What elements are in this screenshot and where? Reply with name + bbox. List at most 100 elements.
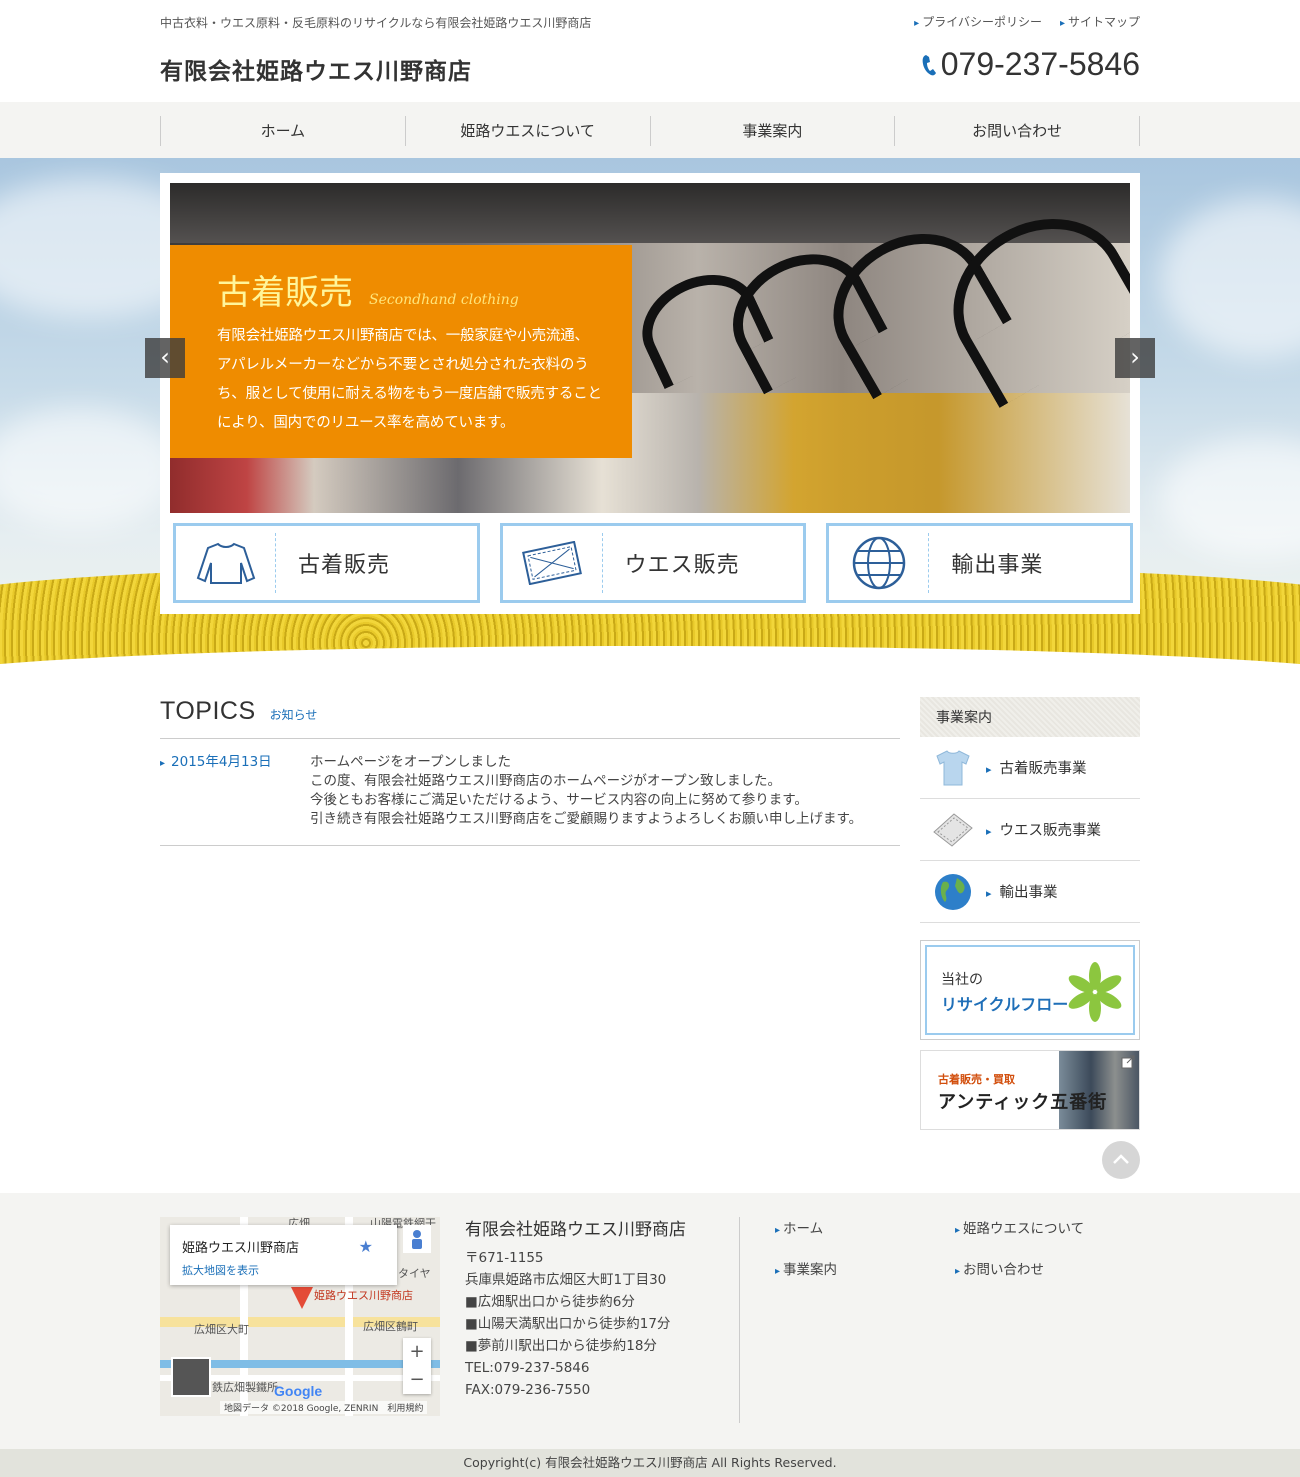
back-to-top-button[interactable]	[1102, 1141, 1140, 1179]
sidebar-heading: 事業案内	[920, 697, 1140, 737]
slide-subtitle-en: Secondhand clothing	[369, 292, 519, 308]
map-label: 広畑区大町	[194, 1323, 249, 1336]
map-label: 広畑区鶴町	[363, 1320, 418, 1333]
topics-title: TOPICS	[160, 697, 256, 725]
globe-icon	[935, 873, 971, 910]
footer-divider	[739, 1217, 740, 1423]
slide-text-line: ち、服として使用に耐える物をもう一度店舗で販売すること	[217, 386, 602, 402]
map-pin-icon[interactable]	[291, 1287, 313, 1309]
address-line: ■夢前川駅出口から徒歩約18分	[465, 1338, 657, 1354]
card-export[interactable]: 輸出事業	[826, 523, 1134, 603]
globe-icon	[852, 536, 906, 590]
topic-line: 引き続き有限会社姫路ウエス川野商店をご愛顧賜りますようよろしくお願い申し上げます…	[310, 811, 863, 827]
site-header: 中古衣料・ウエス原料・反毛原料のリサイクルなら有限会社姫路ウエス川野商店 プライ…	[0, 0, 1300, 102]
phone-number[interactable]: 079-237-5846	[941, 46, 1140, 83]
cloth-rag-icon	[933, 812, 973, 847]
sitemap-link[interactable]: サイトマップ	[1060, 13, 1140, 30]
address-line: 兵庫県姫路市広畑区大町1丁目30	[465, 1272, 667, 1288]
footer-address: 有限会社姫路ウエス川野商店 〒671-1155 兵庫県姫路市広畑区大町1丁目30…	[465, 1219, 686, 1401]
header-tagline: 中古衣料・ウエス原料・反毛原料のリサイクルなら有限会社姫路ウエス川野商店	[160, 16, 592, 30]
site-name-logo[interactable]: 有限会社姫路ウエス川野商店	[160, 52, 472, 86]
satellite-toggle[interactable]	[171, 1357, 211, 1397]
footer-nav-contact[interactable]: お問い合わせ	[955, 1258, 1135, 1278]
card-secondhand[interactable]: 古着販売	[173, 523, 480, 603]
slide-caption: 古着販売 Secondhand clothing 有限会社姫路ウエス川野商店では、…	[170, 245, 632, 458]
card-waste-cloth[interactable]: ウエス販売	[499, 523, 807, 603]
map-zoom-control: + −	[403, 1338, 431, 1394]
footer-company-name: 有限会社姫路ウエス川野商店	[465, 1220, 686, 1240]
footer-nav: ホーム 姫路ウエスについて 事業案内 お問い合わせ	[775, 1217, 1135, 1278]
slide-text: 有限会社姫路ウエス川野商店では、一般家庭や小売流通、 アパレルメーカーなどから不…	[217, 322, 612, 438]
slider-prev-button[interactable]: ‹	[145, 338, 185, 378]
header-phone: 079-237-5846	[921, 46, 1140, 83]
slider-next-button[interactable]: ›	[1115, 338, 1155, 378]
sidebar: 事業案内 古着販売事業 ウエス販売事業 輸出事業 当社の リサイクルフロー	[920, 697, 1140, 1130]
address-line: FAX:079-236-7550	[465, 1382, 591, 1398]
slide-text-line: 有限会社姫路ウエス川野商店では、一般家庭や小売流通、	[217, 328, 589, 344]
leaf-flower-icon	[1068, 962, 1122, 1022]
footer-nav-home[interactable]: ホーム	[775, 1217, 955, 1237]
map-label: 鉄広畑製鐵所	[212, 1381, 278, 1394]
sidebar-item-waste-cloth[interactable]: ウエス販売事業	[920, 799, 1140, 861]
topics-subtitle: お知らせ	[269, 708, 318, 722]
topic-body: ホームページをオープンしました この度、有限会社姫路ウエス川野商店のホームページ…	[310, 753, 862, 829]
footer-nav-business[interactable]: 事業案内	[775, 1258, 955, 1278]
slide-text-line: により、国内でのリユース率を高めています。	[217, 415, 515, 431]
topic-title: ホームページをオープンしました	[310, 754, 512, 770]
slider-box: 古着販売 Secondhand clothing 有限会社姫路ウエス川野商店では、…	[160, 173, 1140, 614]
topic-item: 2015年4月13日 ホームページをオープンしました この度、有限会社姫路ウエス…	[160, 739, 900, 846]
card-label: 輸出事業	[951, 553, 1044, 578]
topic-line: この度、有限会社姫路ウエス川野商店のホームページがオープン致しました。	[310, 773, 782, 789]
privacy-policy-link[interactable]: プライバシーポリシー	[914, 13, 1042, 30]
header-top-links: プライバシーポリシー サイトマップ	[914, 13, 1140, 30]
map-label: 姫路ウエス川野商店	[314, 1289, 413, 1302]
map-label: タイヤ	[398, 1267, 431, 1280]
map-attribution-text: 地図データ ©2018 Google, ZENRIN	[224, 1404, 379, 1414]
global-nav: ホーム 姫路ウエスについて 事業案内 お問い合わせ	[0, 102, 1300, 158]
chevron-up-icon	[1113, 1154, 1129, 1164]
sidebar-item-export[interactable]: 輸出事業	[920, 861, 1140, 923]
sidebar-item-label: 輸出事業	[986, 881, 1058, 902]
slide-text-line: アパレルメーカーなどから不要とされ処分された衣料のう	[217, 357, 589, 373]
tshirt-icon	[936, 749, 970, 785]
zoom-in-button[interactable]: +	[403, 1338, 431, 1366]
nav-home[interactable]: ホーム	[160, 116, 405, 146]
map-attribution: 地図データ ©2018 Google, ZENRIN 利用規約	[220, 1401, 428, 1414]
recycle-flow-banner[interactable]: 当社の リサイクルフロー	[920, 940, 1140, 1040]
cloth-rag-icon	[522, 541, 583, 585]
pegman-icon[interactable]	[403, 1225, 431, 1253]
map-terms-link[interactable]: 利用規約	[387, 1404, 423, 1414]
map-enlarge-link[interactable]: 拡大地図を表示	[182, 1262, 397, 1278]
antique-5th-avenue-banner[interactable]: 古着販売・買取 アンティック五番街	[920, 1050, 1140, 1130]
banner-small-text: 古着販売・買取	[938, 1073, 1015, 1086]
sweater-icon	[196, 542, 255, 584]
sidebar-item-label: 古着販売事業	[986, 757, 1087, 778]
copyright-bar: Copyright(c) 有限会社姫路ウエス川野商店 All Rights Re…	[0, 1449, 1300, 1477]
sidebar-item-label: ウエス販売事業	[986, 819, 1102, 840]
card-label: 古着販売	[298, 553, 391, 578]
nav-contact[interactable]: お問い合わせ	[894, 116, 1140, 146]
phone-icon	[922, 54, 936, 75]
topics-section: TOPICS お知らせ 2015年4月13日 ホームページをオープンしました こ…	[160, 697, 900, 846]
star-icon[interactable]: ★	[359, 1237, 373, 1256]
nav-business[interactable]: 事業案内	[649, 116, 895, 146]
slide-title: 古着販売	[217, 273, 353, 313]
address-line: ■山陽天満駅出口から徒歩約17分	[465, 1316, 671, 1332]
site-footer: 山陽電鉄網干 タイヤ 姫路ウエス川野商店 広畑区大町 広畑区鶴町 鉄広畑製鐵所 …	[0, 1193, 1300, 1449]
google-logo: Google	[274, 1383, 323, 1399]
google-map[interactable]: 山陽電鉄網干 タイヤ 姫路ウエス川野商店 広畑区大町 広畑区鶴町 鉄広畑製鐵所 …	[160, 1217, 440, 1416]
banner-big-text: アンティック五番街	[938, 1092, 1108, 1113]
slide-image: 古着販売 Secondhand clothing 有限会社姫路ウエス川野商店では、…	[170, 183, 1130, 513]
address-line: 〒671-1155	[465, 1250, 544, 1266]
external-link-icon	[1121, 1055, 1135, 1069]
topic-line: 今後ともお客様にご満足いただけるよう、サービス内容の向上に努めて参ります。	[310, 792, 808, 808]
sidebar-item-secondhand[interactable]: 古着販売事業	[920, 737, 1140, 799]
address-line: ■広畑駅出口から徒歩約6分	[465, 1294, 635, 1310]
service-cards: 古着販売 ウエス販売 輸出事業	[173, 523, 1134, 603]
address-line: TEL:079-237-5846	[465, 1360, 590, 1376]
nav-about[interactable]: 姫路ウエスについて	[404, 116, 650, 146]
map-info-popup: 姫路ウエス川野商店 拡大地図を表示 ★	[170, 1225, 397, 1285]
zoom-out-button[interactable]: −	[403, 1366, 431, 1394]
footer-nav-about[interactable]: 姫路ウエスについて	[955, 1217, 1135, 1237]
card-label: ウエス販売	[624, 553, 740, 578]
